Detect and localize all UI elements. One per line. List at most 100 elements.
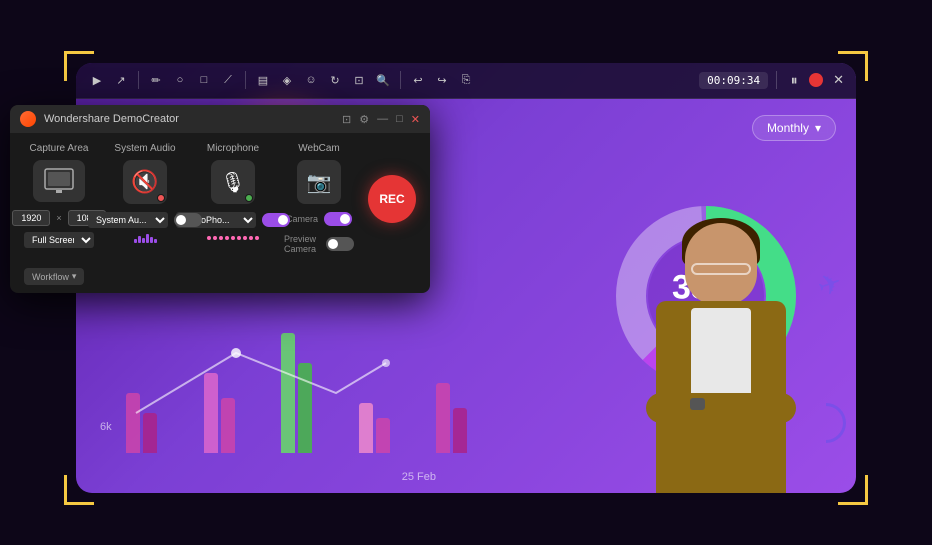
copy-icon[interactable]: ⎘ <box>457 71 475 89</box>
audio-status-dot <box>157 194 165 202</box>
preview-controls: Preview Camera <box>284 234 354 254</box>
bar-s4 <box>146 234 149 243</box>
system-audio-icon-box[interactable]: 🔇 <box>123 160 167 204</box>
toolbar-sep-3 <box>400 71 401 89</box>
mic-status-dot <box>245 194 253 202</box>
system-audio-label: System Audio <box>114 143 175 154</box>
width-input[interactable] <box>12 210 50 226</box>
dot-4 <box>225 236 229 240</box>
maximize-icon[interactable]: □ <box>396 113 403 125</box>
demo-titlebar: Wondershare DemoCreator ⊡ ⚙ — □ ✕ <box>10 105 430 133</box>
bar-s2 <box>138 236 141 243</box>
camera-toggle[interactable] <box>324 212 352 226</box>
undo-icon[interactable]: ↩ <box>409 71 427 89</box>
donut-panel: Monthly ▾ <box>516 99 856 493</box>
dot-1 <box>207 236 211 240</box>
capture-icon-svg <box>43 167 75 195</box>
rotate-icon[interactable]: ↻ <box>326 71 344 89</box>
dot-7 <box>243 236 247 240</box>
speaker-muted-icon: 🔇 <box>131 169 158 195</box>
emoji-icon[interactable]: ☺ <box>302 71 320 89</box>
expand-icon[interactable]: ⊡ <box>342 113 351 126</box>
capture-icon[interactable]: ⊡ <box>350 71 368 89</box>
demo-body: Capture Area × Full Screen <box>10 133 430 264</box>
webcam-icon-box[interactable]: 📷 <box>297 160 341 204</box>
microphone-icon-box[interactable]: 🎙 <box>211 160 255 204</box>
minimize-icon[interactable]: — <box>377 113 388 125</box>
dot-6 <box>237 236 241 240</box>
redo-icon[interactable]: ↪ <box>433 71 451 89</box>
demo-creator-panel: Wondershare DemoCreator ⊡ ⚙ — □ ✕ Captur… <box>10 105 430 293</box>
arms <box>646 393 796 423</box>
bar-s6 <box>154 239 157 243</box>
dot-8 <box>249 236 253 240</box>
person-figure <box>616 213 826 493</box>
glasses <box>691 263 751 275</box>
outer-background: ▶ ↗ ✏ ○ □ ⟋ ▤ ◈ ☺ ↻ ⊡ 🔍 ↩ ↪ ⎘ 00:09:34 <box>0 0 932 545</box>
microphone-toggle[interactable] <box>262 213 290 227</box>
pen-icon[interactable]: ✏ <box>147 71 165 89</box>
person-image <box>616 213 826 493</box>
system-audio-controls: System Au... <box>88 212 202 228</box>
y-label-6k: 6k <box>100 421 112 433</box>
close-button[interactable]: ✕ <box>833 72 844 88</box>
rec-button[interactable]: REC <box>368 175 416 223</box>
chart-line-svg <box>126 293 506 453</box>
webcam-icon: 📷 <box>307 170 332 195</box>
system-audio-toggle[interactable] <box>174 213 202 227</box>
recording-timer: 00:09:34 <box>699 72 768 89</box>
bar-s3 <box>142 238 145 243</box>
dot-2 <box>213 236 217 240</box>
webcam-section: WebCam 📷 Camera Preview Camera <box>284 143 354 254</box>
stamp-icon[interactable]: ◈ <box>278 71 296 89</box>
capture-area-section: Capture Area × Full Screen <box>24 143 94 254</box>
camera-controls: Camera <box>286 212 352 226</box>
webcam-label: WebCam <box>298 143 340 154</box>
cursor-icon[interactable]: ↗ <box>112 71 130 89</box>
workflow-chevron-icon: ▾ <box>72 271 77 282</box>
demo-bottom-row: Workflow ▾ <box>10 264 430 293</box>
microphone-section: Microphone 🎙 MicroPho... <box>196 143 270 254</box>
settings-icon[interactable]: ⚙ <box>359 113 369 126</box>
watch <box>690 398 705 410</box>
camera-text-label: Camera <box>286 214 318 224</box>
microphone-icon: 🎙 <box>220 170 245 195</box>
capture-area-icon-box[interactable] <box>33 160 85 202</box>
mic-level-dots <box>207 236 259 240</box>
demo-title: Wondershare DemoCreator <box>44 113 334 125</box>
close-icon[interactable]: ✕ <box>411 113 420 126</box>
monthly-dropdown[interactable]: Monthly ▾ <box>752 115 836 141</box>
dot-9 <box>255 236 259 240</box>
rect-icon[interactable]: □ <box>195 71 213 89</box>
bar-s5 <box>150 237 153 243</box>
preview-toggle[interactable] <box>326 237 354 251</box>
record-indicator <box>809 73 823 87</box>
toolbar-sep-4 <box>776 71 777 89</box>
preview-text-label: Preview Camera <box>284 234 320 254</box>
toolbar-sep-1 <box>138 71 139 89</box>
line-icon[interactable]: ⟋ <box>219 71 237 89</box>
x-axis-label: 25 Feb <box>402 471 436 483</box>
microphone-label: Microphone <box>207 143 259 154</box>
system-audio-dropdown[interactable]: System Au... <box>88 212 168 228</box>
dot-5 <box>231 236 235 240</box>
zoom-icon[interactable]: 🔍 <box>374 71 392 89</box>
app-icon <box>20 111 36 127</box>
capture-area-label: Capture Area <box>30 143 89 154</box>
monthly-label: Monthly <box>767 121 809 135</box>
chevron-down-icon: ▾ <box>815 121 821 135</box>
bar-s1 <box>134 239 137 243</box>
system-audio-section: System Audio 🔇 System Au... <box>108 143 182 254</box>
workflow-label: Workflow <box>32 272 69 282</box>
screen-mode-dropdown[interactable]: Full Screen <box>24 232 94 248</box>
pause-button[interactable]: ⏸ <box>785 71 803 89</box>
grid-icon[interactable]: ▤ <box>254 71 272 89</box>
circle-icon[interactable]: ○ <box>171 71 189 89</box>
play-icon[interactable]: ▶ <box>88 71 106 89</box>
toolbar-sep-2 <box>245 71 246 89</box>
system-audio-bars <box>134 234 157 243</box>
titlebar-icons: ⊡ ⚙ — □ ✕ <box>342 113 420 126</box>
screen-toolbar: ▶ ↗ ✏ ○ □ ⟋ ▤ ◈ ☺ ↻ ⊡ 🔍 ↩ ↪ ⎘ 00:09:34 <box>76 63 856 99</box>
rec-label: REC <box>379 192 404 206</box>
workflow-button[interactable]: Workflow ▾ <box>24 268 84 285</box>
